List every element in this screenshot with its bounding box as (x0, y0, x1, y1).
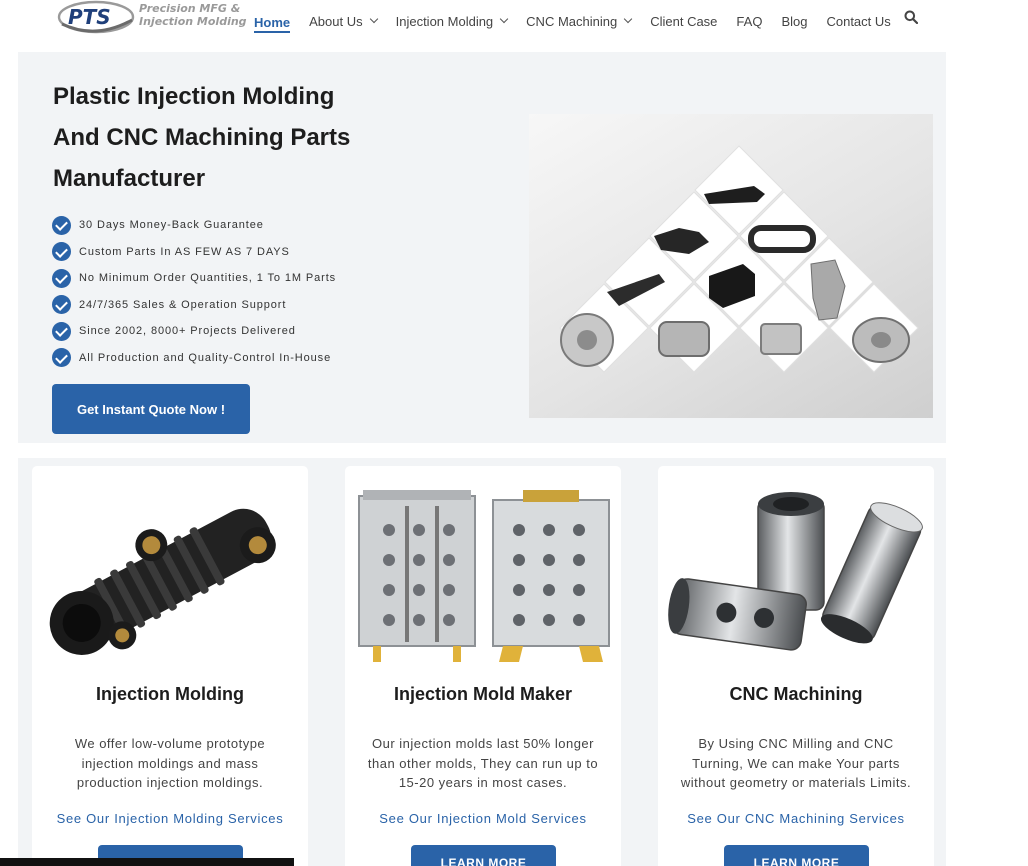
see-injection-molding-services-link[interactable]: See Our Injection Molding Services (32, 811, 308, 826)
see-injection-mold-services-link[interactable]: See Our Injection Mold Services (345, 811, 621, 826)
check-circle-icon (52, 321, 71, 341)
service-description: Our injection molds last 50% longer than… (355, 734, 611, 793)
feature-item: All Production and Quality-Control In-Ho… (52, 345, 336, 372)
logo-tagline-line-2: Injection Molding (139, 15, 247, 28)
check-circle-icon (52, 268, 71, 288)
chevron-down-icon (623, 14, 633, 24)
pts-logo-icon: PTS (57, 0, 135, 34)
check-circle-icon (52, 215, 71, 235)
nav-item-cnc-machining[interactable]: CNC Machining (526, 11, 633, 31)
search-icon[interactable] (904, 10, 918, 24)
hero-title: Plastic Injection Molding And CNC Machin… (53, 76, 473, 199)
service-description: We offer low-volume prototype injection … (42, 734, 298, 793)
injection-mold-image (358, 490, 610, 662)
chevron-down-icon (369, 14, 378, 24)
service-description-line: We offer low-volume prototype (74, 736, 266, 751)
service-card-injection-mold-maker: Injection Mold Maker Our injection molds… (345, 466, 621, 866)
service-description-line: production injection moldings. (76, 775, 264, 790)
service-title: Injection Mold Maker (393, 684, 573, 704)
feature-text: No Minimum Order Quantities, 1 To 1M Par… (79, 272, 337, 285)
nav-item-about-us[interactable]: About Us (309, 11, 378, 31)
nav-item-blog[interactable]: Blog (781, 11, 807, 31)
feature-item: No Minimum Order Quantities, 1 To 1M Par… (52, 265, 336, 292)
hero-title-line-3: Manufacturer (53, 165, 206, 192)
feature-text: 24/7/365 Sales & Operation Support (79, 298, 287, 311)
feature-item: 24/7/365 Sales & Operation Support (52, 292, 336, 319)
check-circle-icon (52, 348, 71, 368)
parts-pyramid-graphic (559, 145, 919, 373)
hero-title-line-1: Plastic Injection Molding (53, 83, 335, 110)
nav-item-injection-molding[interactable]: Injection Molding (395, 11, 509, 31)
site-header: PTS Precision MFG & Injection Molding Ho… (0, 0, 1028, 44)
nav-label: Client Case (650, 13, 718, 29)
service-title: CNC Machining (729, 684, 863, 704)
service-card-cnc-machining: CNC Machining By Using CNC Milling and C… (658, 466, 934, 866)
service-description-line: without geometry or materials Limits. (680, 775, 912, 790)
service-description-line: injection moldings and mass (81, 755, 259, 771)
nav-label: FAQ (736, 13, 763, 29)
chevron-down-icon (499, 14, 509, 24)
service-description-line: Turning, We can make Your parts (692, 755, 900, 771)
main-nav: Home About Us Injection Molding CNC Mach… (254, 9, 910, 33)
logo-tagline-line-1: Precision MFG & (139, 2, 241, 15)
nav-label: Contact Us (826, 13, 891, 29)
nav-item-home[interactable]: Home (254, 9, 291, 33)
get-instant-quote-button[interactable]: Get Instant Quote Now ! (52, 384, 250, 434)
service-description-line: Our injection molds last 50% longer (372, 736, 594, 751)
hero-title-line-2: And CNC Machining Parts (53, 124, 351, 151)
nav-item-faq[interactable]: FAQ (736, 11, 762, 31)
hero-parts-image (529, 114, 933, 418)
nav-label: Injection Molding (395, 13, 494, 29)
feature-text: 30 Days Money-Back Guarantee (79, 219, 264, 232)
service-description-line: than other molds, They can run up to (367, 755, 599, 771)
nav-item-client-case[interactable]: Client Case (650, 11, 717, 31)
service-card-injection-molding: Injection Molding We offer low-volume pr… (32, 466, 308, 866)
hero-section: Plastic Injection Molding And CNC Machin… (18, 52, 946, 443)
injection-molded-part-image (49, 508, 276, 655)
see-cnc-machining-services-link[interactable]: See Our CNC Machining Services (658, 811, 934, 826)
feature-item: 30 Days Money-Back Guarantee (52, 212, 336, 239)
logo-mark-text: PTS (68, 5, 111, 29)
nav-label: CNC Machining (526, 13, 618, 29)
nav-label: Home (254, 14, 291, 30)
feature-text: Since 2002, 8000+ Projects Delivered (79, 325, 296, 338)
check-circle-icon (52, 295, 71, 315)
services-section: Injection Molding We offer low-volume pr… (18, 458, 946, 866)
nav-label: About Us (309, 13, 363, 29)
feature-text: All Production and Quality-Control In-Ho… (79, 351, 332, 364)
nav-label: Blog (781, 13, 808, 29)
learn-more-button[interactable]: LEARN MORE (724, 845, 869, 866)
cnc-machined-parts-image (668, 492, 923, 651)
feature-list: 30 Days Money-Back Guarantee Custom Part… (52, 212, 336, 371)
learn-more-button[interactable]: LEARN MORE (411, 845, 556, 866)
site-logo[interactable]: PTS Precision MFG & Injection Molding (56, 0, 247, 36)
service-description-line: By Using CNC Milling and CNC (698, 736, 894, 751)
logo-tagline: Precision MFG & Injection Molding (139, 2, 247, 28)
feature-text: Custom Parts In AS FEW AS 7 DAYS (79, 245, 290, 258)
service-description: By Using CNC Milling and CNC Turning, We… (668, 734, 924, 793)
feature-item: Since 2002, 8000+ Projects Delivered (52, 318, 336, 345)
check-circle-icon (52, 242, 71, 262)
service-title: Injection Molding (96, 684, 244, 704)
nav-item-contact-us[interactable]: Contact Us (826, 11, 890, 31)
service-description-line: 15-20 years in most cases. (398, 775, 568, 790)
browser-bottom-bar (0, 858, 294, 866)
feature-item: Custom Parts In AS FEW AS 7 DAYS (52, 239, 336, 266)
